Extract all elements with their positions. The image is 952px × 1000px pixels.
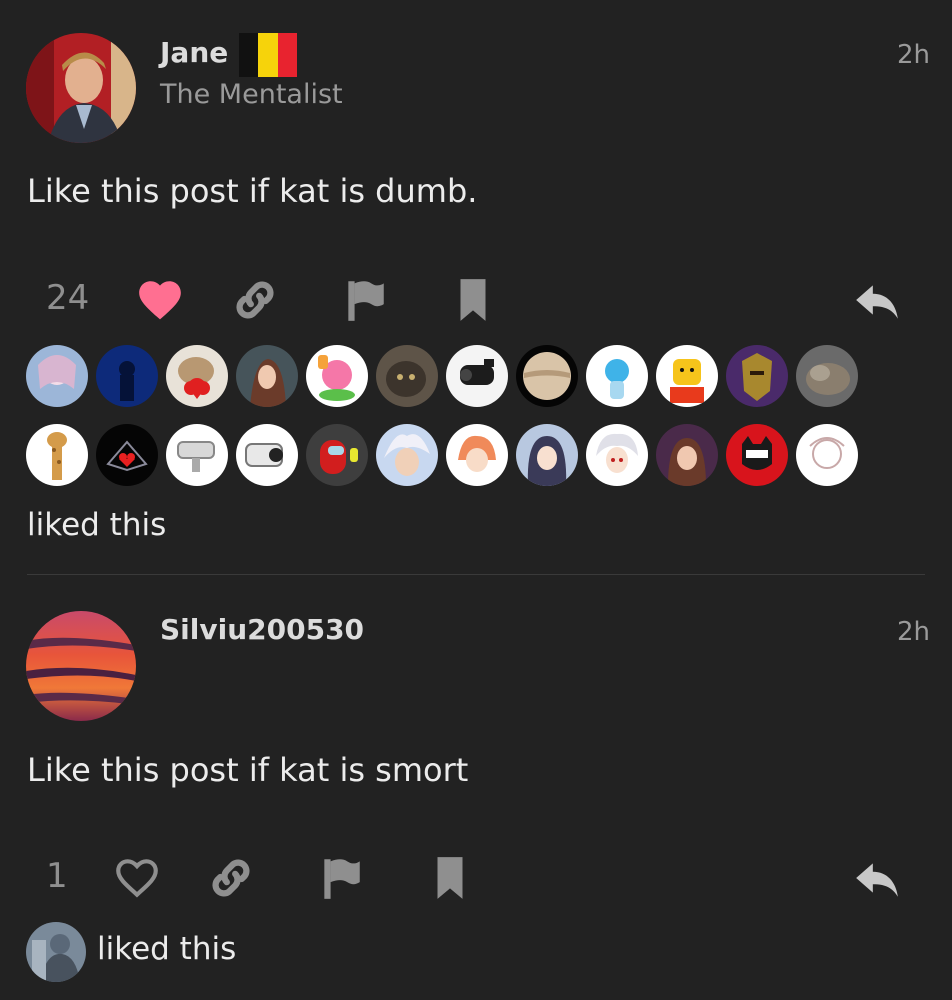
liker-avatar[interactable] — [376, 424, 438, 486]
liker-avatar[interactable] — [306, 424, 368, 486]
liker-avatar[interactable] — [26, 345, 88, 407]
liker-avatar[interactable] — [306, 345, 368, 407]
link-icon — [212, 859, 250, 897]
post-time[interactable]: 2h — [897, 40, 930, 70]
liker-avatar[interactable] — [656, 424, 718, 486]
liker-avatar[interactable] — [586, 424, 648, 486]
post-1: Jane The Mentalist 2h Like this post if … — [0, 0, 952, 575]
liker-avatar[interactable] — [796, 424, 858, 486]
report-button[interactable] — [340, 275, 390, 325]
liker-avatar[interactable] — [656, 345, 718, 407]
liker-avatar[interactable] — [96, 424, 158, 486]
belgium-flag-icon — [239, 33, 297, 77]
liker-avatar[interactable] — [446, 345, 508, 407]
liker-avatar[interactable] — [96, 345, 158, 407]
liker-avatar[interactable] — [166, 345, 228, 407]
liker-avatar[interactable] — [446, 424, 508, 486]
liker-avatar[interactable] — [26, 922, 86, 982]
post-2: Silviu200530 2h Like this post if kat is… — [0, 575, 952, 1000]
heart-outline-icon — [116, 859, 158, 898]
bookmark-icon — [437, 857, 463, 899]
liker-avatar[interactable] — [516, 424, 578, 486]
copy-link-button[interactable] — [230, 275, 280, 325]
flag-icon — [324, 859, 360, 899]
copy-link-button[interactable] — [206, 853, 256, 903]
post-actions: 1 — [0, 848, 952, 908]
flag-stripe-red — [277, 33, 297, 77]
like-button[interactable] — [135, 275, 185, 325]
post-time[interactable]: 2h — [897, 617, 930, 647]
liker-avatar[interactable] — [586, 345, 648, 407]
liker-avatar[interactable] — [516, 345, 578, 407]
author-name[interactable]: Jane — [160, 36, 228, 69]
likers-row-1 — [26, 345, 886, 407]
post-content: Like this post if kat is dumb. — [27, 172, 478, 210]
liker-avatar[interactable] — [236, 345, 298, 407]
reply-icon — [856, 863, 898, 897]
author-avatar[interactable] — [26, 611, 136, 721]
reply-button[interactable] — [852, 853, 902, 903]
liker-avatar[interactable] — [726, 345, 788, 407]
flag-stripe-yellow — [258, 33, 278, 77]
liker-avatar[interactable] — [26, 424, 88, 486]
author-avatar[interactable] — [26, 33, 136, 143]
likers-row-2 — [26, 424, 886, 486]
bookmark-button[interactable] — [425, 853, 475, 903]
post-actions: 24 — [0, 270, 952, 330]
liker-avatar[interactable] — [236, 424, 298, 486]
liker-avatar[interactable] — [796, 345, 858, 407]
flag-icon — [348, 281, 384, 321]
bookmark-button[interactable] — [448, 275, 498, 325]
bookmark-icon — [460, 279, 486, 321]
link-icon — [236, 281, 274, 319]
like-count[interactable]: 24 — [46, 278, 89, 318]
heart-filled-icon — [139, 281, 181, 320]
author-name[interactable]: Silviu200530 — [160, 613, 364, 646]
liker-avatar[interactable] — [726, 424, 788, 486]
flag-stripe-black — [239, 33, 259, 77]
liked-this-label: liked this — [27, 507, 167, 543]
liker-avatar[interactable] — [376, 345, 438, 407]
author-title: The Mentalist — [160, 79, 343, 110]
like-button[interactable] — [112, 853, 162, 903]
reply-icon — [856, 285, 898, 319]
report-button[interactable] — [316, 853, 366, 903]
reply-button[interactable] — [852, 275, 902, 325]
like-count[interactable]: 1 — [46, 856, 68, 896]
liked-this-label: liked this — [97, 931, 237, 967]
post-content: Like this post if kat is smort — [27, 751, 469, 789]
liker-avatar[interactable] — [166, 424, 228, 486]
